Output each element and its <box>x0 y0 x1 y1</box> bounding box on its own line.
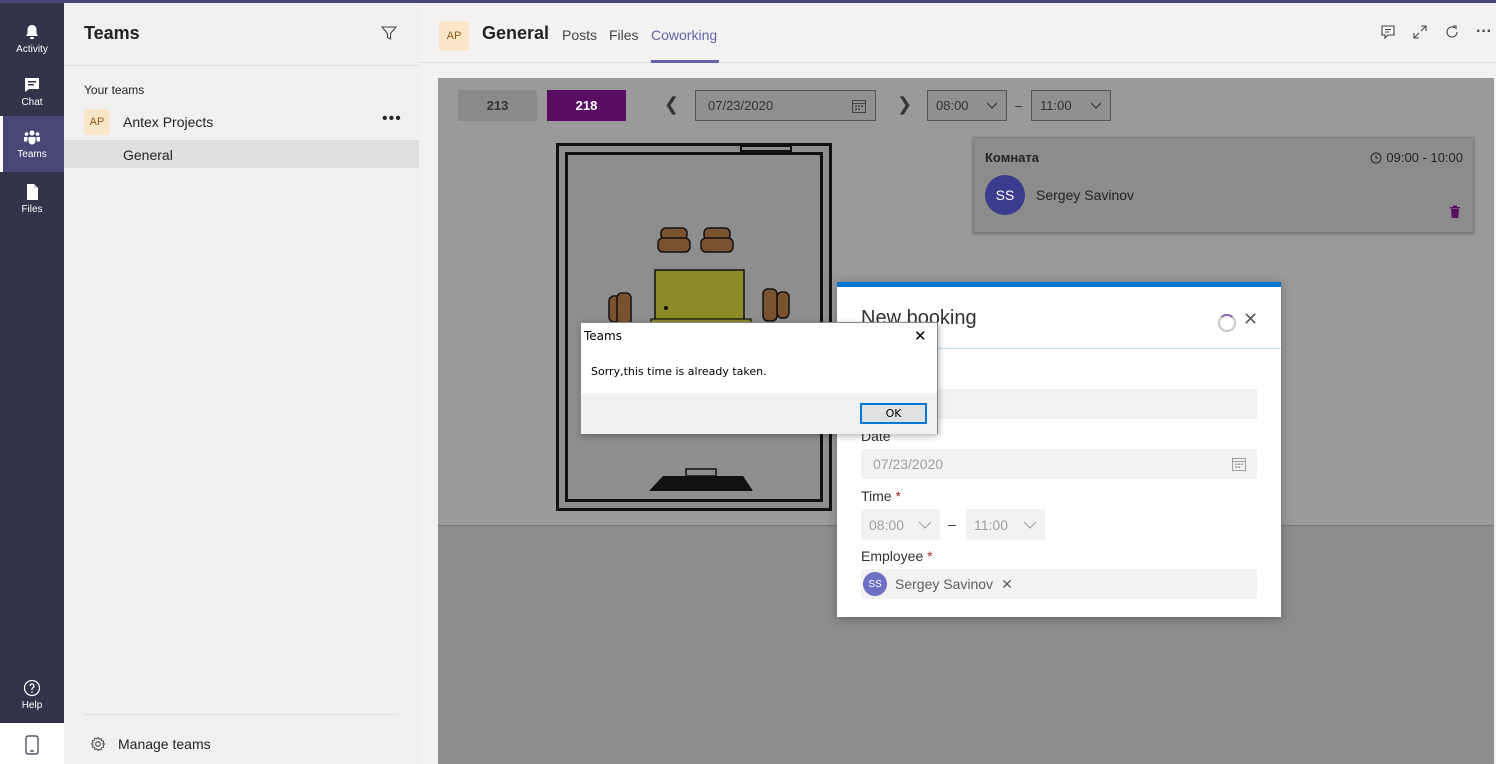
time-label-text: Time <box>861 488 892 504</box>
rail-help[interactable]: Help <box>0 667 64 723</box>
time-from-value: 08:00 <box>936 98 969 113</box>
app-rail: Activity Chat Teams Files Help <box>0 0 64 764</box>
filter-icon <box>380 26 398 40</box>
time-to-value: 11:00 <box>974 516 1008 533</box>
booking-time-range: 09:00 - 10:00 <box>1386 150 1463 165</box>
time-range-dash: – <box>948 516 956 532</box>
date-value: 07/23/2020 <box>708 98 774 113</box>
divider <box>64 65 419 66</box>
booking-employee-name: Sergey Savinov <box>1036 187 1135 203</box>
channel-item-general[interactable]: General <box>64 140 419 168</box>
header-actions: ··· <box>1380 23 1496 41</box>
calendar-icon <box>852 100 866 113</box>
file-icon <box>27 184 38 200</box>
tab-posts[interactable]: Posts <box>562 27 597 43</box>
trash-icon[interactable] <box>1449 205 1461 219</box>
date-field-value: 07/23/2020 <box>873 456 944 472</box>
team-name: Antex Projects <box>123 114 214 130</box>
rail-teams[interactable]: Teams <box>0 116 64 172</box>
employee-label: Employee * <box>861 548 933 564</box>
more-options-icon[interactable]: ··· <box>1476 23 1492 41</box>
channel-header: AP General Posts Files Coworking ··· <box>419 0 1496 63</box>
rail-teams-label: Teams <box>17 149 47 160</box>
rail-help-label: Help <box>21 700 43 711</box>
ok-button[interactable]: OK <box>860 403 927 424</box>
clock-icon <box>1370 152 1382 163</box>
rail-files[interactable]: Files <box>0 171 64 227</box>
teams-list-panel: Teams Your teams AP Antex Projects ••• G… <box>64 0 419 764</box>
manage-teams-button[interactable]: Manage teams <box>90 736 211 752</box>
booking-time: 09:00 - 10:00 <box>1370 150 1463 165</box>
chevron-down-icon <box>1090 102 1102 109</box>
panel-title: Teams <box>84 23 140 43</box>
chevron-down-icon <box>1023 521 1037 529</box>
room-213-button[interactable]: 213 <box>458 90 537 121</box>
employee-name: Sergey Savinov <box>895 576 994 592</box>
team-avatar: AP <box>84 109 110 135</box>
time-from-select[interactable]: 08:00 <box>861 509 940 540</box>
channel-name: General <box>123 147 173 163</box>
tab-coworking[interactable]: Coworking <box>651 27 717 43</box>
prev-date-chevron-icon[interactable]: ❮ <box>664 94 679 115</box>
dialog-title: Teams <box>584 329 622 343</box>
avatar: SS <box>863 572 887 596</box>
required-marker: * <box>895 488 901 504</box>
expand-icon[interactable] <box>1412 24 1428 40</box>
avatar: SS <box>985 175 1025 215</box>
channel-title: General <box>482 23 550 43</box>
close-icon[interactable]: ✕ <box>1243 309 1258 330</box>
time-to-select[interactable]: 11:00 <box>1031 90 1111 121</box>
error-dialog: Teams ✕ Sorry,this time is already taken… <box>580 322 938 434</box>
divider <box>84 714 399 715</box>
dialog-footer: OK <box>581 393 937 434</box>
your-teams-label: Your teams <box>84 83 145 97</box>
time-to-select[interactable]: 11:00 <box>966 509 1045 540</box>
next-date-chevron-icon[interactable]: ❯ <box>897 94 912 115</box>
active-tab-indicator <box>651 60 719 63</box>
employee-persona-chip: SS Sergey Savinov ✕ <box>863 571 1021 597</box>
rail-activity-label: Activity <box>16 44 48 55</box>
teams-icon <box>24 130 40 145</box>
dialog-message: Sorry,this time is already taken. <box>591 365 767 378</box>
loading-spinner-icon <box>1218 314 1236 332</box>
channel-avatar: AP <box>439 21 469 51</box>
bell-icon <box>26 25 38 39</box>
mobile-phone-icon <box>25 735 39 755</box>
chevron-down-icon <box>918 521 932 529</box>
manage-teams-label: Manage teams <box>118 736 211 752</box>
tab-files[interactable]: Files <box>609 27 639 43</box>
chevron-down-icon <box>986 102 998 109</box>
time-range-dash: – <box>1015 98 1023 113</box>
required-marker: * <box>927 548 933 564</box>
mobile-device-button[interactable] <box>0 723 64 764</box>
room-218-button[interactable]: 218 <box>547 90 626 121</box>
remove-employee-icon[interactable]: ✕ <box>1001 576 1013 593</box>
rail-activity[interactable]: Activity <box>0 11 64 67</box>
time-to-value: 11:00 <box>1040 98 1072 113</box>
refresh-icon[interactable] <box>1444 24 1460 40</box>
close-icon[interactable]: ✕ <box>914 327 927 345</box>
existing-booking-card[interactable]: Комната 09:00 - 10:00 SS Sergey Savinov <box>973 137 1474 233</box>
chat-icon <box>25 78 39 92</box>
team-item-antex-projects[interactable]: AP Antex Projects ••• <box>64 107 419 137</box>
gear-icon <box>90 736 106 752</box>
rail-chat-label: Chat <box>21 97 43 108</box>
time-from-value: 08:00 <box>869 516 905 533</box>
time-label: Time * <box>861 488 901 504</box>
conversation-icon[interactable] <box>1380 24 1396 40</box>
time-from-select[interactable]: 08:00 <box>927 90 1007 121</box>
employee-label-text: Employee <box>861 548 924 564</box>
rail-chat[interactable]: Chat <box>0 64 64 120</box>
filter-button[interactable] <box>380 25 398 44</box>
team-more-options-icon[interactable]: ••• <box>382 110 402 128</box>
help-icon <box>23 679 41 697</box>
rail-files-label: Files <box>21 204 43 215</box>
date-picker[interactable]: 07/23/2020 <box>695 90 876 121</box>
calendar-icon <box>1232 458 1246 471</box>
booking-room-name: Комната <box>985 150 1039 165</box>
date-field[interactable]: 07/23/2020 <box>861 449 1257 479</box>
